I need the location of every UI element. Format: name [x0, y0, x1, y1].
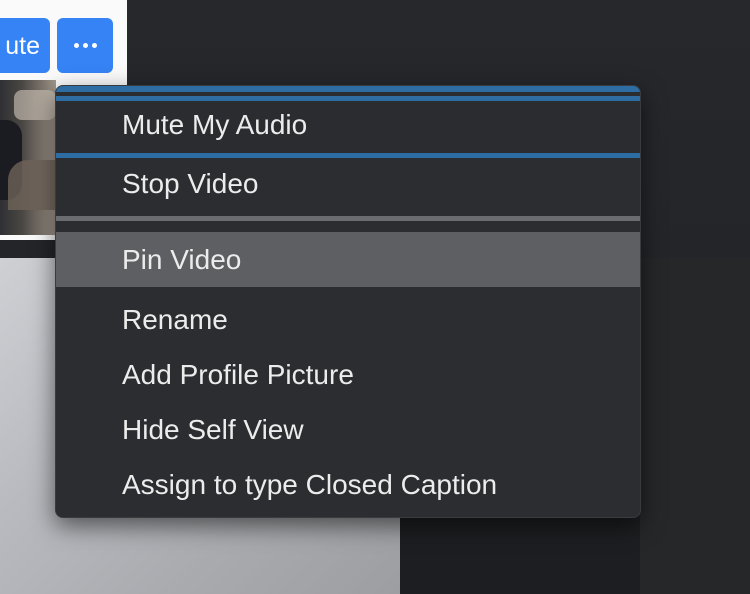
- video-panel-edge: [640, 258, 750, 594]
- menu-separator: [56, 216, 640, 221]
- video-shape: [8, 160, 56, 210]
- menu-item-hide-self-view[interactable]: Hide Self View: [56, 402, 640, 457]
- more-options-button[interactable]: [57, 18, 113, 73]
- unmute-button[interactable]: ute: [0, 18, 50, 73]
- menu-item-pin-video[interactable]: Pin Video: [56, 232, 640, 287]
- dot: [73, 43, 79, 48]
- menu-item-assign-closed-caption[interactable]: Assign to type Closed Caption: [56, 457, 640, 512]
- self-view-video: [0, 80, 56, 235]
- video-shape: [14, 90, 56, 120]
- dot: [91, 43, 97, 48]
- ellipsis-horizontal-icon: [73, 43, 97, 48]
- menu-item-add-profile-picture[interactable]: Add Profile Picture: [56, 347, 640, 402]
- menu-item-mute-my-audio[interactable]: Mute My Audio: [56, 96, 640, 158]
- participant-context-menu: Mute My Audio Stop Video Pin Video Renam…: [55, 85, 641, 518]
- menu-top-accent: [56, 86, 640, 92]
- meeting-window: ute Mute My Audio Stop Video Pin Video R…: [0, 0, 750, 594]
- menu-item-rename[interactable]: Rename: [56, 292, 640, 347]
- dot: [82, 43, 88, 48]
- menu-item-stop-video[interactable]: Stop Video: [56, 156, 640, 211]
